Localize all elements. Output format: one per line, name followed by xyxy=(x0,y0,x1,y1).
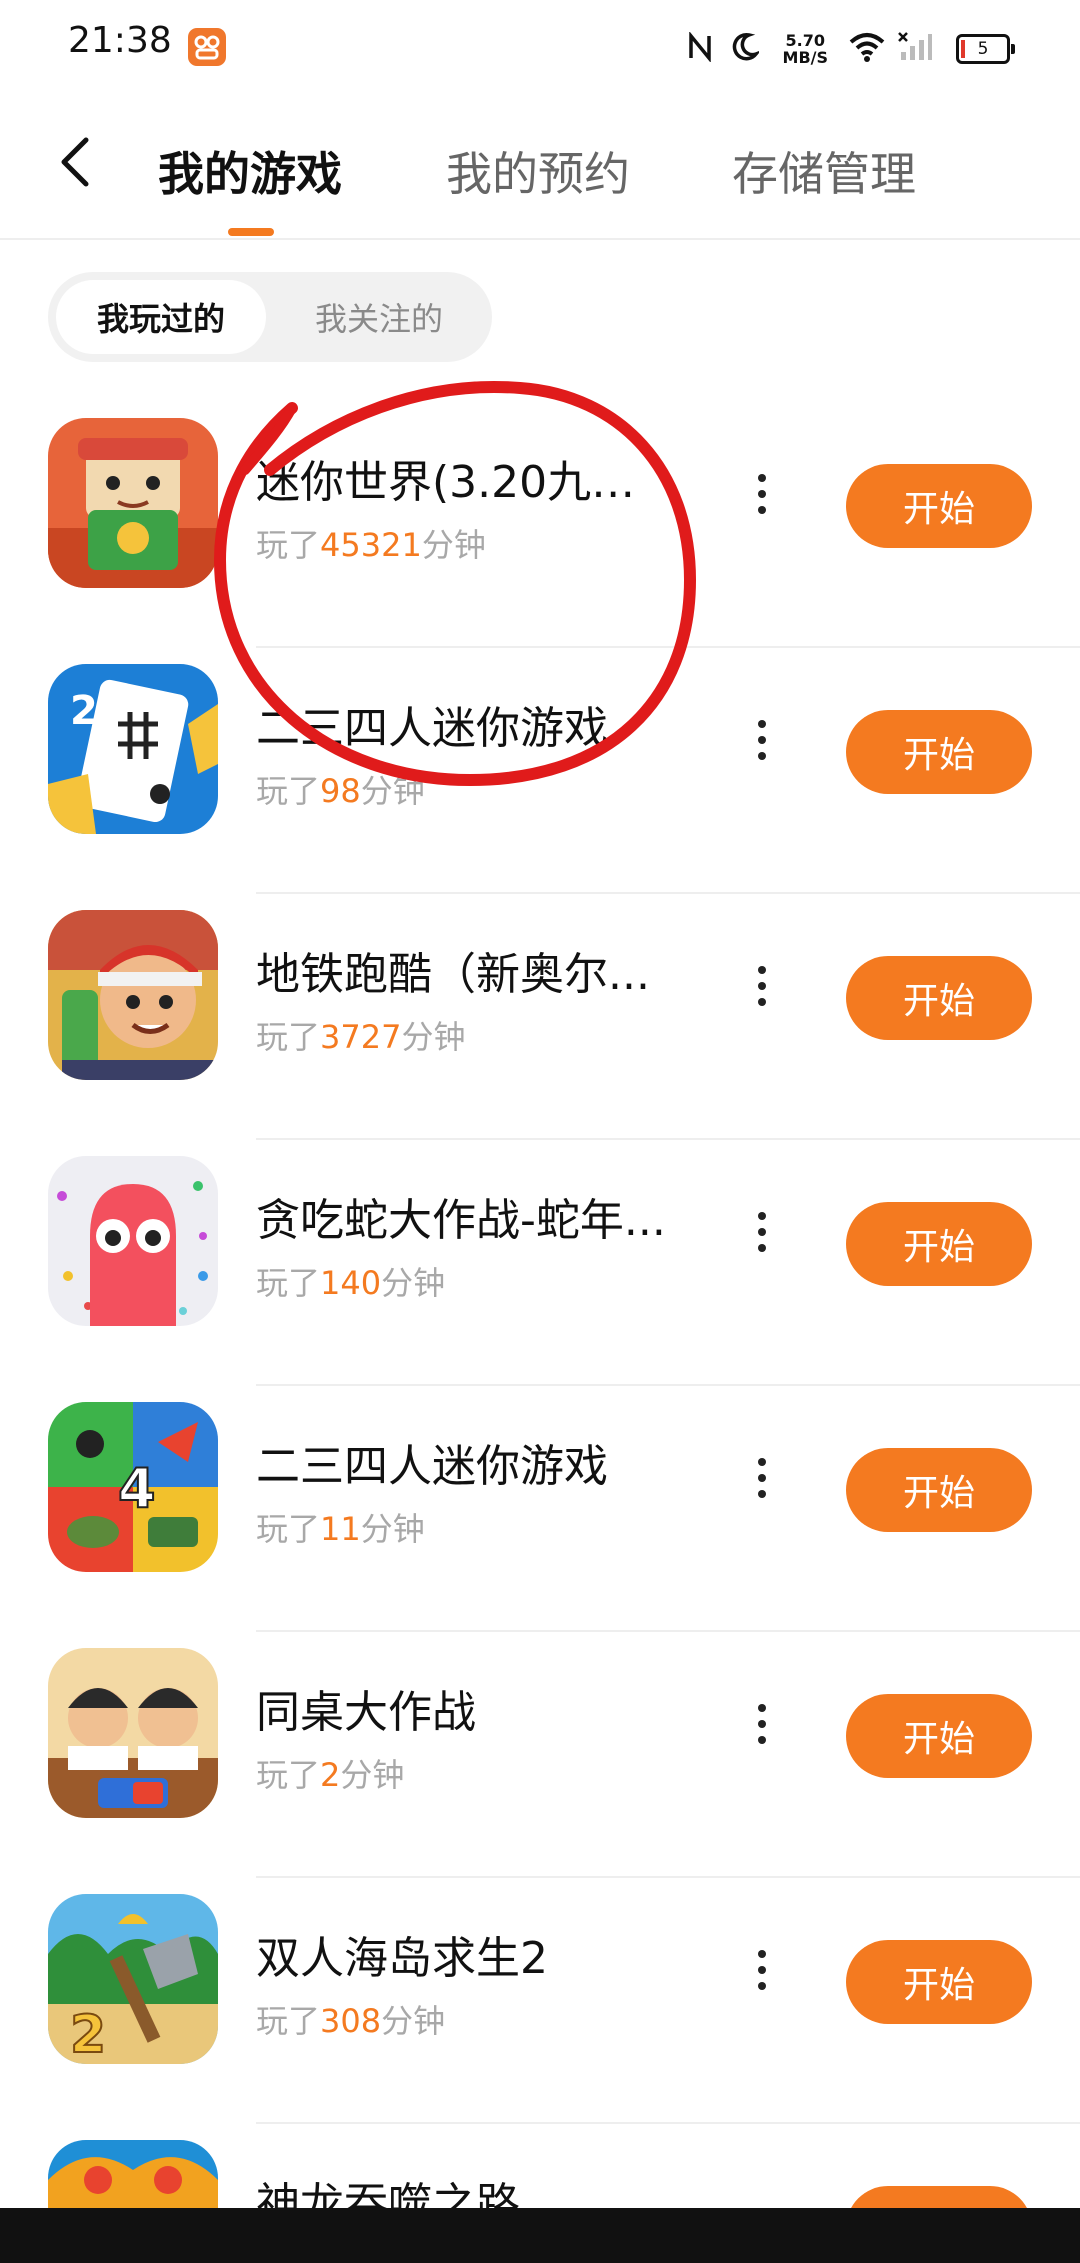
start-button[interactable]: 开始 xyxy=(846,1202,1032,1286)
speed-unit: MB/S xyxy=(782,48,828,67)
game-list: 迷你世界(3.20九周... 玩了45321分钟 开始 2 二三四人迷你游戏 玩… xyxy=(0,402,1080,2263)
play-time: 玩了140分钟 xyxy=(256,1258,445,1304)
game-icon[interactable]: 4 xyxy=(48,1402,218,1572)
header: 我的游戏 我的预约 存储管理 xyxy=(0,96,1080,240)
game-title: 同桌大作战 xyxy=(256,1687,476,1738)
list-item[interactable]: 2 双人海岛求生2 玩了308分钟 开始 xyxy=(0,1878,1080,2124)
more-options-icon[interactable] xyxy=(740,458,784,530)
battery-icon: 5 xyxy=(956,34,1015,64)
game-title: 贪吃蛇大作战-蛇年... xyxy=(256,1195,666,1246)
start-button[interactable]: 开始 xyxy=(846,1448,1032,1532)
filter-played[interactable]: 我玩过的 xyxy=(56,280,266,354)
played-prefix: 玩了 xyxy=(256,1018,321,1056)
list-item[interactable]: 地铁跑酷（新奥尔... 玩了3727分钟 开始 xyxy=(0,894,1080,1140)
played-prefix: 玩了 xyxy=(256,1510,321,1548)
more-options-icon[interactable] xyxy=(740,1934,784,2006)
minutes-suffix: 分钟 xyxy=(421,526,486,564)
minutes-suffix: 分钟 xyxy=(381,2002,446,2040)
list-item[interactable]: 贪吃蛇大作战-蛇年... 玩了140分钟 开始 xyxy=(0,1140,1080,1386)
list-item[interactable]: 2 二三四人迷你游戏 玩了98分钟 开始 xyxy=(0,648,1080,894)
more-options-icon[interactable] xyxy=(740,1442,784,1514)
tab-my-games[interactable]: 我的游戏 xyxy=(158,138,342,204)
more-options-icon[interactable] xyxy=(740,950,784,1022)
game-title: 二三四人迷你游戏 xyxy=(256,703,608,754)
back-button[interactable] xyxy=(44,132,104,192)
minutes-suffix: 分钟 xyxy=(340,1756,405,1794)
wifi-icon xyxy=(848,32,886,66)
played-prefix: 玩了 xyxy=(256,1264,321,1302)
minutes-value: 308 xyxy=(320,2002,382,2040)
minutes-suffix: 分钟 xyxy=(360,1510,425,1548)
nfc-icon xyxy=(687,31,713,66)
minutes-value: 11 xyxy=(320,1510,361,1548)
game-icon[interactable]: 2 xyxy=(48,1894,218,2064)
more-options-icon[interactable] xyxy=(740,1688,784,1760)
tab-storage-management[interactable]: 存储管理 xyxy=(732,138,916,204)
game-icon[interactable] xyxy=(48,910,218,1080)
play-time: 玩了308分钟 xyxy=(256,1996,445,2042)
start-button[interactable]: 开始 xyxy=(846,956,1032,1040)
minutes-value: 45321 xyxy=(320,526,422,564)
status-icons: 5.70 MB/S 5 xyxy=(687,24,1015,74)
speed-value: 5.70 xyxy=(785,31,825,50)
game-title: 迷你世界(3.20九周... xyxy=(256,457,676,508)
minutes-value: 98 xyxy=(320,772,361,810)
battery-level: 5 xyxy=(977,39,989,59)
list-item[interactable]: 迷你世界(3.20九周... 玩了45321分钟 开始 xyxy=(0,402,1080,648)
list-item[interactable]: 同桌大作战 玩了2分钟 开始 xyxy=(0,1632,1080,1878)
play-time: 玩了45321分钟 xyxy=(256,520,486,566)
moon-icon xyxy=(731,32,761,66)
minutes-suffix: 分钟 xyxy=(381,1264,446,1302)
play-time: 玩了3727分钟 xyxy=(256,1012,465,1058)
filter-followed[interactable]: 我关注的 xyxy=(274,280,484,354)
system-nav-bar xyxy=(0,2208,1080,2263)
start-button[interactable]: 开始 xyxy=(846,1694,1032,1778)
start-button[interactable]: 开始 xyxy=(846,1940,1032,2024)
game-title: 地铁跑酷（新奥尔... xyxy=(256,949,650,1000)
active-tab-indicator xyxy=(228,228,274,236)
more-options-icon[interactable] xyxy=(740,704,784,776)
screen: 21:38 5.70 MB/S 5 我的游戏 我的预约 存储管理 我玩过的 我关… xyxy=(0,0,1080,2263)
status-time: 21:38 xyxy=(68,20,172,61)
minutes-suffix: 分钟 xyxy=(360,772,425,810)
played-prefix: 玩了 xyxy=(256,1756,321,1794)
game-title: 二三四人迷你游戏 xyxy=(256,1441,608,1492)
list-item[interactable]: 4 二三四人迷你游戏 玩了11分钟 开始 xyxy=(0,1386,1080,1632)
played-prefix: 玩了 xyxy=(256,2002,321,2040)
game-icon[interactable] xyxy=(48,1156,218,1326)
play-time: 玩了98分钟 xyxy=(256,766,425,812)
signal-icon xyxy=(898,32,932,66)
filter-segment: 我玩过的 我关注的 xyxy=(48,272,492,362)
minutes-suffix: 分钟 xyxy=(401,1018,466,1056)
chevron-left-icon xyxy=(61,137,89,187)
play-time: 玩了11分钟 xyxy=(256,1504,425,1550)
status-bar: 21:38 5.70 MB/S 5 xyxy=(0,0,1080,96)
minutes-value: 140 xyxy=(320,1264,382,1302)
minutes-value: 3727 xyxy=(320,1018,402,1056)
played-prefix: 玩了 xyxy=(256,526,321,564)
minutes-value: 2 xyxy=(320,1756,341,1794)
svg-text:2: 2 xyxy=(70,2005,106,2064)
start-button[interactable]: 开始 xyxy=(846,710,1032,794)
start-button[interactable]: 开始 xyxy=(846,464,1032,548)
play-time: 玩了2分钟 xyxy=(256,1750,404,1796)
game-title: 双人海岛求生2 xyxy=(256,1933,548,1984)
more-options-icon[interactable] xyxy=(740,1196,784,1268)
svg-text:4: 4 xyxy=(118,1457,156,1520)
game-icon[interactable]: 2 xyxy=(48,664,218,834)
game-icon[interactable] xyxy=(48,418,218,588)
game-icon[interactable] xyxy=(48,1648,218,1818)
app-notification-icon xyxy=(188,28,226,66)
svg-text:2: 2 xyxy=(70,688,98,734)
played-prefix: 玩了 xyxy=(256,772,321,810)
network-speed: 5.70 MB/S xyxy=(783,32,828,66)
tab-my-reservations[interactable]: 我的预约 xyxy=(446,138,630,204)
